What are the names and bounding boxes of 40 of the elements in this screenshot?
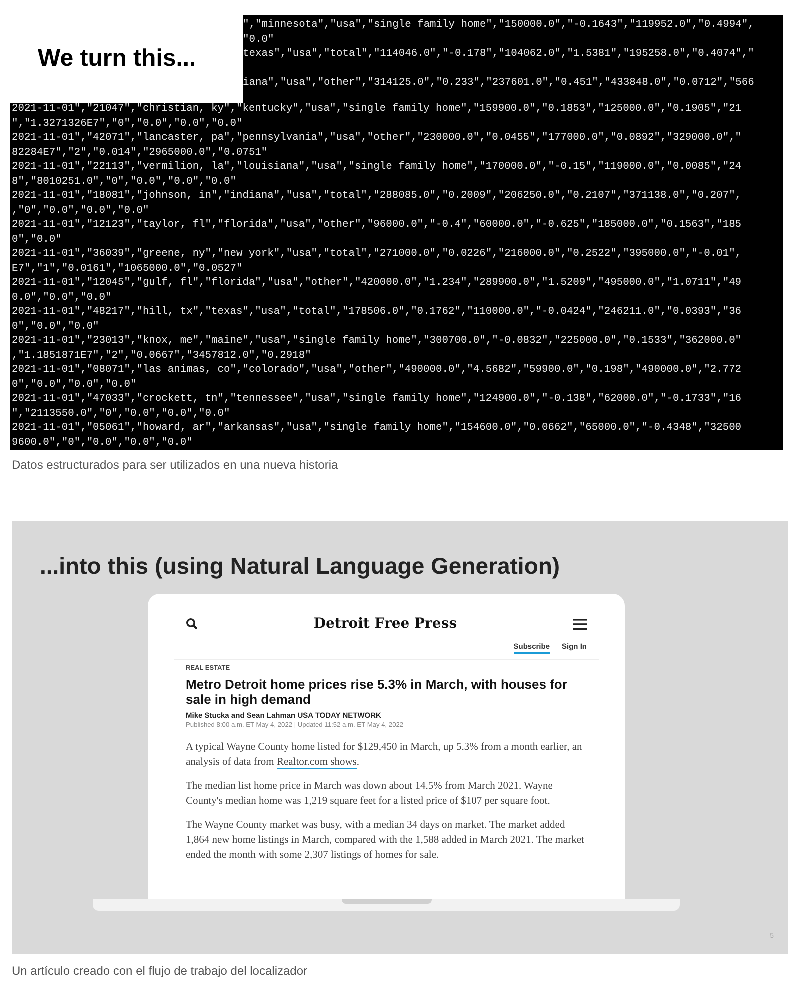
terminal-line: 2021-11-01","42071","lancaster, pa","pennsylvania","usa","other","230000.0","0.0455","177000.0","0.0892","329000.0","	[12, 131, 743, 146]
terminal-line: 2021-11-01","08071","las animas, co","colorado","usa","other","490000.0","4.5682","59900.0","0.198","490000.0","2.772	[12, 363, 743, 378]
terminal-line: 2021-11-01","47033","crockett, tn","tennessee","usa","single family home","124900.0","-0.138","62000.0","-0.1733","16	[12, 392, 743, 406]
slide-title: We turn this...	[38, 44, 196, 74]
article-paragraph: A typical Wayne County home listed for $129,450 in March, up 5.3% from a month earlier, an analysis of data from Realtor.com shows.	[186, 740, 584, 770]
terminal-line: 9600.0","0","0.0","0.0","0.0"	[12, 436, 194, 450]
realtor-link[interactable]: Realtor.com shows	[276, 756, 357, 769]
terminal-line: 2021-11-01","12045","gulf, fl","florida","usa","other","420000.0","1.234","289900.0","1.5209","495000.0","1.0711","49	[12, 276, 743, 290]
terminal-line: 0","0.0","0.0"	[12, 320, 100, 334]
masthead: Detroit Free Press	[314, 614, 458, 634]
terminal-line: iana","usa","other","314125.0","0.233","237601.0","0.451","433848.0","0.0712","566	[243, 76, 754, 91]
caption: Un artículo creado con el flujo de trabajo del localizador	[12, 963, 309, 980]
article-paragraph: The median list home price in March was down about 14.5% from March 2021. Wayne County's median home was 1,219 square feet for a listed price of $107 per square foot.	[186, 780, 554, 809]
terminal-line: 82284E7","2","0.014","2965000.0","0.0751"	[12, 146, 269, 160]
menu-icon[interactable]	[572, 618, 587, 630]
terminal-line: 2021-11-01","18081","johnson, in","indiana","usa","total","288085.0","0.2009","206250.0","0.2107","371138.0","0.207",	[12, 189, 743, 204]
search-icon[interactable]	[186, 618, 198, 630]
article-paragraph: The Wayne County market was busy, with a median 34 days on market. The market added 1,864 new home listings in March, compared with the 1,588 added in March 2021. The market ended the month with some 2,307 listings of homes for sale.	[186, 818, 586, 863]
terminal-line: 2021-11-01","05061","howard, ar","arkansas","usa","single family home","154600.0","0.0662","65000.0","-0.4348","32500	[12, 421, 743, 436]
terminal-line: 2021-11-01","12123","taylor, fl","florida","usa","other","96000.0","-0.4","60000.0","-0.625","185000.0","0.1563","185	[12, 218, 743, 232]
terminal-line: texas","usa","total","114046.0","-0.178","104062.0","1.5381","195258.0","0.4074","	[243, 47, 754, 62]
terminal-line: 8","8010251.0","0","0.0","0.0","0.0"	[12, 174, 238, 189]
terminal-line: 2021-11-01","21047","christian, ky","kentucky","usa","single family home","159900.0","0.1853","125000.0","0.1905","21	[12, 102, 743, 116]
terminal-line: 0.0","0.0","0.0"	[12, 290, 113, 305]
terminal-line: 0","0.0","0.0","0.0"	[12, 378, 138, 392]
terminal-line: 2021-11-01","22113","vermilion, la","louisiana","usa","single family home","170000.0","-0.15","119000.0","0.0085","24	[12, 160, 743, 174]
terminal-line: 0","0.0"	[12, 232, 63, 247]
terminal-line: ,"0","0.0","0.0","0.0"	[12, 204, 150, 218]
terminal-line: ","1.3271326E7","0","0.0","0.0","0.0"	[12, 116, 244, 131]
terminal-line: ","2113550.0","0","0.0","0.0","0.0"	[12, 406, 232, 421]
terminal-line: E7","1","0.0161","1065000.0","0.0527"	[12, 262, 244, 276]
slide-title: ...into this (using Natural Language Generation)	[40, 552, 562, 581]
terminal-line: ","minnesota","usa","single family home","150000.0","-0.1643","119952.0","0.4994",	[243, 18, 754, 32]
terminal-line: 2021-11-01","23013","knox, me","maine","usa","single family home","300700.0","-0.0832","225000.0","0.1533","362000.0"	[12, 334, 743, 348]
caption: Datos estructurados para ser utilizados en una nueva historia	[12, 457, 340, 474]
terminal-line: 2021-11-01","36039","greene, ny","new york","usa","total","271000.0","0.0226","216000.0","0.2522","395000.0","-0.01",	[12, 247, 743, 262]
terminal-line: ,"1.1851871E7","2","0.0667","3457812.0","0.2918"	[12, 348, 312, 363]
terminal-line: "0.0"	[243, 32, 276, 47]
terminal-line: 2021-11-01","48217","hill, tx","texas","usa","total","178506.0","0.1762","110000.0","-0.0424","246211.0","0.0393","36	[12, 305, 743, 320]
headline: Metro Detroit home prices rise 5.3% in March, with houses for sale in high demand	[186, 676, 568, 706]
